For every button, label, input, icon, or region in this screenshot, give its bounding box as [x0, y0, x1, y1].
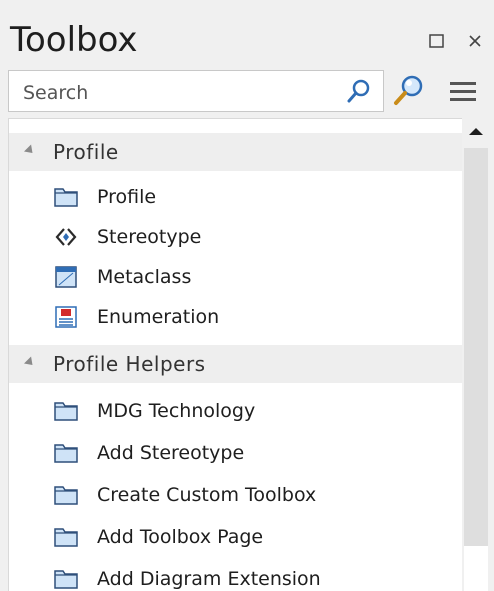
item-label: Enumeration: [97, 306, 220, 328]
search-icon[interactable]: [343, 77, 373, 107]
restore-button[interactable]: [424, 28, 450, 54]
scroll-track[interactable]: [464, 148, 488, 546]
close-icon: [469, 35, 481, 47]
collapse-arrow-icon: [23, 144, 37, 157]
scroll-up-button[interactable]: [462, 118, 490, 146]
package-icon: [54, 528, 78, 547]
collapse-arrow-icon: [23, 356, 37, 369]
toolbox-item-create-custom-toolbox[interactable]: Create Custom Toolbox: [9, 475, 462, 515]
search-row: [0, 66, 494, 118]
toolbox-item-profile[interactable]: Profile: [9, 177, 462, 217]
item-label: Add Diagram Extension: [97, 568, 321, 590]
item-label: Stereotype: [97, 226, 202, 248]
item-label: Create Custom Toolbox: [97, 484, 317, 506]
toolbox-item-add-stereotype[interactable]: Add Stereotype: [9, 433, 462, 473]
item-label: Metaclass: [97, 266, 192, 288]
item-label: Profile: [97, 186, 157, 208]
metaclass-icon: [55, 266, 77, 288]
close-button[interactable]: [462, 28, 488, 54]
title-bar: Toolbox: [0, 0, 494, 66]
item-label: Add Stereotype: [97, 442, 245, 464]
toolbox-item-mdg-technology[interactable]: MDG Technology: [9, 391, 462, 431]
vertical-scrollbar[interactable]: [462, 118, 490, 591]
package-icon: [54, 188, 78, 207]
arrow-up-icon: [469, 128, 483, 135]
find-button[interactable]: [390, 72, 428, 110]
toolbox-item-metaclass[interactable]: Metaclass: [9, 257, 462, 297]
search-box[interactable]: [8, 70, 384, 112]
panel-title: Toolbox: [10, 20, 138, 60]
group-label: Profile: [53, 140, 119, 164]
stereotype-icon: [55, 228, 77, 246]
package-icon: [54, 402, 78, 421]
group-header-profile[interactable]: Profile: [9, 133, 462, 171]
restore-icon: [429, 34, 444, 48]
toolbox-panel: Toolbox Search Profile Profile Stereotyp…: [0, 0, 494, 591]
package-icon: [54, 486, 78, 505]
item-label: MDG Technology: [97, 400, 256, 422]
toolbox-item-stereotype[interactable]: Stereotype: [9, 217, 462, 257]
find-icon: [394, 75, 423, 105]
group-label: Profile Helpers: [53, 352, 206, 376]
search-input[interactable]: [21, 79, 325, 107]
package-icon: [54, 570, 78, 589]
enumeration-icon: [55, 306, 77, 328]
menu-button[interactable]: [444, 74, 482, 108]
scroll-thumb[interactable]: [464, 546, 488, 591]
item-label: Add Toolbox Page: [97, 526, 264, 548]
group-header-profile-helpers[interactable]: Profile Helpers: [9, 345, 462, 383]
toolbox-item-add-toolbox-page[interactable]: Add Toolbox Page: [9, 517, 462, 557]
hamburger-menu-icon: [450, 82, 476, 101]
toolbox-item-enumeration[interactable]: Enumeration: [9, 297, 462, 337]
toolbox-item-add-diagram-extension[interactable]: Add Diagram Extension: [9, 559, 462, 591]
package-icon: [54, 444, 78, 463]
toolbox-list: Profile Profile Stereotype Metaclass Enu…: [8, 118, 462, 591]
